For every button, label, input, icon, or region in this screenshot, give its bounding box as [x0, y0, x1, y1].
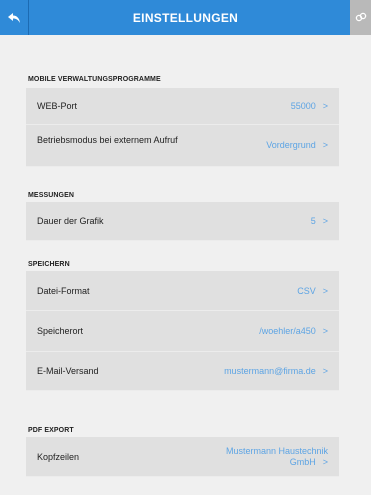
setting-label-betriebsmodus: Betriebsmodus bei externem Aufruf: [37, 135, 178, 145]
setting-value-betriebsmodus: Vordergrund >: [266, 140, 328, 150]
setting-label-speicherort: Speicherort: [37, 326, 84, 336]
setting-row-dateiformat[interactable]: Datei-Format CSV >: [26, 271, 339, 311]
setting-value-dateiformat: CSV >: [297, 286, 328, 296]
setting-value-web-port: 55000 >: [290, 101, 328, 111]
link-icon: [355, 9, 367, 27]
setting-value-dauer: 5 >: [310, 216, 328, 226]
setting-label-dateiformat: Datei-Format: [37, 286, 90, 296]
back-arrow-icon: [7, 12, 21, 24]
setting-value-email: mustermann@firma.de >: [224, 366, 328, 376]
back-button[interactable]: [0, 0, 29, 35]
chevron-right-icon: >: [322, 326, 328, 336]
section-title-pdf: PDF EXPORT: [28, 427, 74, 434]
setting-row-web-port[interactable]: WEB-Port 55000 >: [26, 88, 339, 125]
chevron-right-icon: >: [322, 457, 328, 467]
page-title: EINSTELLUNGEN: [132, 10, 239, 25]
setting-value-speicherort: /woehler/a450 >: [259, 326, 328, 336]
chevron-right-icon: >: [322, 140, 328, 150]
section-title-mobile: MOBILE VERWALTUNGSPROGRAMME: [28, 76, 161, 83]
setting-row-kopfzeilen[interactable]: Kopfzeilen Mustermann Haustechnik GmbH >: [26, 437, 339, 477]
setting-label-dauer: Dauer der Grafik: [37, 216, 104, 226]
chevron-right-icon: >: [322, 286, 328, 296]
setting-label-kopfzeilen: Kopfzeilen: [37, 452, 80, 462]
link-button[interactable]: [350, 0, 371, 35]
setting-row-email[interactable]: E-Mail-Versand mustermann@firma.de >: [26, 352, 339, 391]
setting-label-email: E-Mail-Versand: [37, 366, 99, 376]
setting-value-kopfzeilen: Mustermann Haustechnik GmbH >: [225, 446, 328, 467]
chevron-right-icon: >: [322, 216, 328, 226]
section-title-messungen: MESSUNGEN: [28, 192, 75, 199]
setting-label-web-port: WEB-Port: [37, 101, 78, 111]
chevron-right-icon: >: [322, 101, 328, 111]
setting-row-dauer[interactable]: Dauer der Grafik 5 >: [26, 202, 339, 241]
setting-row-speicherort[interactable]: Speicherort /woehler/a450 >: [26, 311, 339, 352]
chevron-right-icon: >: [322, 366, 328, 376]
setting-row-betriebsmodus[interactable]: Betriebsmodus bei externem Aufruf Vorder…: [26, 125, 339, 167]
header-bar: EINSTELLUNGEN: [0, 0, 371, 35]
section-title-speichern: SPEICHERN: [28, 261, 70, 268]
